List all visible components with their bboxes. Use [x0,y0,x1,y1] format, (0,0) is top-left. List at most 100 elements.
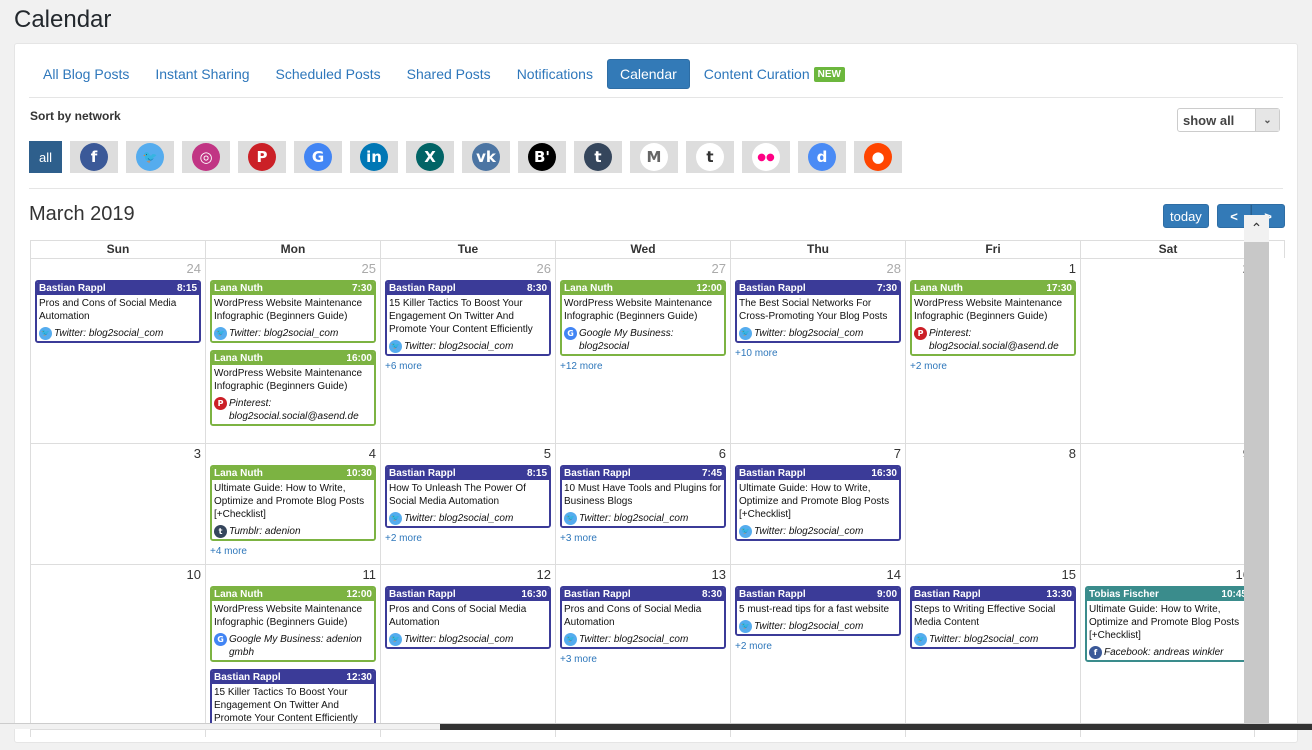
network-filter-google-my-business[interactable]: G [294,141,342,173]
day-number[interactable]: 24 [35,259,201,280]
day-cell[interactable]: 26 Bastian Rappl 8:30 15 Killer Tactics To … [380,259,555,443]
day-cell[interactable]: 27 Lana Nuth 12:00 WordPress Website Mainte… [555,259,730,443]
more-events-link[interactable]: +2 more [385,533,551,544]
network-filter-linkedin[interactable]: in [350,141,398,173]
calendar-event[interactable]: Lana Nuth 10:30 Ultimate Guide: How to Wri… [210,465,376,541]
network-filter-diigo[interactable]: d [798,141,846,173]
day-cell[interactable]: 8 [905,444,1080,564]
day-cell[interactable]: 15 Bastian Rappl 13:30 Steps to Writing Eff… [905,565,1080,737]
calendar-event[interactable]: Tobias Fischer 10:45 Ultimate Guide: How t… [1085,586,1251,662]
network-filter-xing[interactable]: X [406,141,454,173]
event-title: How To Unleash The Power Of Social Media… [389,483,526,507]
network-filter-bloglovin[interactable]: B' [518,141,566,173]
day-cell[interactable]: 1 Lana Nuth 17:30 WordPress Website Mainten… [905,259,1080,443]
calendar-event[interactable]: Bastian Rappl 13:30 Steps to Writing Effec… [910,586,1076,649]
calendar-event[interactable]: Bastian Rappl 8:15 Pros and Cons of Social… [35,280,201,343]
day-cell[interactable]: 5 Bastian Rappl 8:15 How To Unleash The Pow… [380,444,555,564]
calendar-event[interactable]: Bastian Rappl 12:30 15 Killer Tactics To B… [210,669,376,728]
day-number[interactable]: 4 [210,444,376,465]
more-events-link[interactable]: +3 more [560,533,726,544]
day-cell[interactable]: 16 Tobias Fischer 10:45 Ultimate Guide: How… [1080,565,1255,737]
network-filter-flickr[interactable]: ●● [742,141,790,173]
tab-notifications[interactable]: Notifications [505,60,605,88]
day-cell[interactable]: 7 Bastian Rappl 16:30 Ultimate Guide: How t… [730,444,905,564]
day-cell[interactable]: 4 Lana Nuth 10:30 Ultimate Guide: How to Wr… [205,444,380,564]
network-filter-vk[interactable]: vk [462,141,510,173]
tab-all-blog-posts[interactable]: All Blog Posts [31,60,141,88]
page-horizontal-scrollbar[interactable] [0,723,1312,730]
scroll-up-icon[interactable]: ⌃ [1244,215,1269,242]
day-number[interactable]: 8 [910,444,1076,465]
day-number[interactable]: 11 [210,565,377,586]
calendar-event[interactable]: Bastian Rappl 16:30 Ultimate Guide: How to… [735,465,901,541]
more-events-link[interactable]: +4 more [210,546,376,557]
network-filter-twitter[interactable]: 🐦 [126,141,174,173]
more-events-link[interactable]: +6 more [385,361,551,372]
calendar-event[interactable]: Lana Nuth 16:00 WordPress Website Maintena… [210,350,376,426]
day-cell[interactable]: 13 Bastian Rappl 8:30 Pros and Cons of Soci… [555,565,730,737]
show-filter-select[interactable]: show all ⌄ [1177,108,1280,132]
tab-scheduled-posts[interactable]: Scheduled Posts [264,60,393,88]
day-number[interactable]: 25 [210,259,376,280]
day-cell[interactable]: 28 Bastian Rappl 7:30 The Best Social Netwo… [730,259,905,443]
calendar-scrollbar[interactable]: ⌃ [1244,215,1269,729]
day-number[interactable]: 15 [910,565,1076,586]
calendar-event[interactable]: Lana Nuth 12:00 WordPress Website Maintena… [210,586,376,662]
network-filter-torial[interactable]: t [686,141,734,173]
calendar-event[interactable]: Lana Nuth 7:30 WordPress Website Maintenan… [210,280,376,343]
day-number[interactable]: 14 [735,565,901,586]
calendar-event[interactable]: Bastian Rappl 8:30 Pros and Cons of Social… [560,586,726,649]
day-number[interactable]: 12 [385,565,551,586]
more-events-link[interactable]: +2 more [910,361,1076,372]
network-filter-all[interactable]: all [29,141,62,173]
day-number[interactable]: 2 [1085,259,1250,280]
day-number[interactable]: 6 [560,444,726,465]
day-number[interactable]: 10 [35,565,201,586]
day-number[interactable]: 28 [735,259,901,280]
network-filter-reddit[interactable]: ● [854,141,902,173]
more-events-link[interactable]: +12 more [560,361,726,372]
twitter-icon: 🐦 [389,512,402,525]
tab-calendar[interactable]: Calendar [606,59,690,89]
day-cell[interactable]: 24 Bastian Rappl 8:15 Pros and Cons of Soci… [30,259,205,443]
day-cell[interactable]: 12 Bastian Rappl 16:30 Pros and Cons of Soc… [380,565,555,737]
network-filter-medium[interactable]: M [630,141,678,173]
day-cell[interactable]: 9 [1080,444,1255,564]
day-cell[interactable]: 25 Lana Nuth 7:30 WordPress Website Mainten… [205,259,380,443]
scrollbar-thumb[interactable] [440,724,1312,730]
network-filter-tumblr[interactable]: t [574,141,622,173]
day-number[interactable]: 7 [735,444,901,465]
day-number[interactable]: 3 [35,444,201,465]
calendar-event[interactable]: Bastian Rappl 7:30 The Best Social Network… [735,280,901,343]
calendar-event[interactable]: Bastian Rappl 8:15 How To Unleash The Powe… [385,465,551,528]
tab-shared-posts[interactable]: Shared Posts [395,60,503,88]
network-filter-instagram[interactable]: ◎ [182,141,230,173]
day-cell[interactable]: 6 Bastian Rappl 7:45 10 Must Have Tools and… [555,444,730,564]
network-filter-pinterest[interactable]: P [238,141,286,173]
day-cell[interactable]: 3 [30,444,205,564]
calendar-event[interactable]: Lana Nuth 17:30 WordPress Website Maintena… [910,280,1076,356]
day-cell[interactable]: 10 [30,565,205,737]
network-filter-facebook[interactable]: f [70,141,118,173]
day-number[interactable]: 5 [385,444,551,465]
today-button[interactable]: today [1163,204,1209,228]
day-number[interactable]: 16 [1085,565,1250,586]
calendar-event[interactable]: Lana Nuth 12:00 WordPress Website Maintena… [560,280,726,356]
calendar-event[interactable]: Bastian Rappl 9:00 5 must-read tips for a … [735,586,901,636]
calendar-event[interactable]: Bastian Rappl 8:30 15 Killer Tactics To Bo… [385,280,551,356]
day-number[interactable]: 13 [560,565,726,586]
day-number[interactable]: 1 [910,259,1076,280]
more-events-link[interactable]: +3 more [560,654,726,665]
day-number[interactable]: 26 [385,259,551,280]
tab-instant-sharing[interactable]: Instant Sharing [143,60,261,88]
day-cell[interactable]: 2 [1080,259,1255,443]
calendar-event[interactable]: Bastian Rappl 7:45 10 Must Have Tools and … [560,465,726,528]
day-number[interactable]: 27 [560,259,726,280]
day-cell[interactable]: 11 Lana Nuth 12:00 WordPress Website Mainte… [205,565,380,737]
more-events-link[interactable]: +10 more [735,348,901,359]
day-cell[interactable]: 14 Bastian Rappl 9:00 5 must-read tips for … [730,565,905,737]
calendar-event[interactable]: Bastian Rappl 16:30 Pros and Cons of Socia… [385,586,551,649]
day-number[interactable]: 9 [1085,444,1250,465]
more-events-link[interactable]: +2 more [735,641,901,652]
tab-content-curation[interactable]: Content Curation NEW [692,60,857,88]
